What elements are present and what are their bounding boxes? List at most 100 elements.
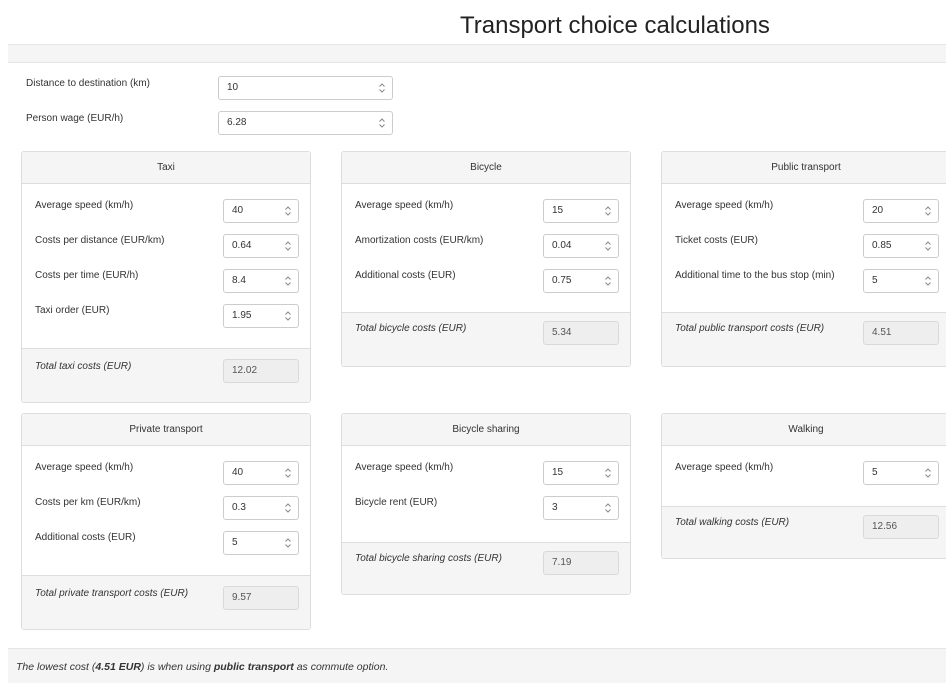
input-value: 15 [552, 467, 564, 478]
walking-total-label: Total walking costs (EUR) [675, 517, 790, 528]
spinner-icon[interactable] [924, 275, 932, 287]
distance-input[interactable]: 10 [218, 76, 393, 100]
taxi-time-cost-label: Costs per time (EUR/h) [35, 270, 139, 281]
input-value: 5 [872, 467, 878, 478]
wage-value: 6.28 [227, 117, 247, 128]
bicycle-additional-label: Additional costs (EUR) [355, 270, 456, 281]
private-additional-label: Additional costs (EUR) [35, 532, 136, 543]
taxi-total-footer: Total taxi costs (EUR) 12.02 [22, 348, 310, 402]
input-value: 0.64 [232, 240, 252, 251]
public-total-value: 4.51 [863, 321, 939, 345]
spinner-icon[interactable] [924, 467, 932, 479]
private-total-footer: Total private transport costs (EUR) 9.57 [22, 575, 310, 629]
spinner-icon[interactable] [284, 240, 292, 252]
input-value: 15 [552, 205, 564, 216]
public-ticket-label: Ticket costs (EUR) [675, 235, 758, 246]
spinner-icon[interactable] [284, 502, 292, 514]
spinner-icon[interactable] [378, 82, 386, 94]
public-total-label: Total public transport costs (EUR) [675, 323, 825, 334]
taxi-distance-cost-label: Costs per distance (EUR/km) [35, 235, 165, 246]
input-value: 0.85 [872, 240, 892, 251]
result-amount: 4.51 EUR [95, 661, 141, 673]
private-km-cost-input[interactable]: 0.3 [223, 496, 299, 520]
result-bar: The lowest cost (4.51 EUR) is when using… [8, 648, 946, 683]
spinner-icon[interactable] [924, 240, 932, 252]
bicycle-sharing-panel-title: Bicycle sharing [342, 414, 630, 446]
sharing-total-footer: Total bicycle sharing costs (EUR) 7.19 [342, 542, 630, 594]
bicycle-speed-label: Average speed (km/h) [355, 200, 454, 211]
public-ticket-input[interactable]: 0.85 [863, 234, 939, 258]
walking-speed-input[interactable]: 5 [863, 461, 939, 485]
taxi-panel-title: Taxi [22, 152, 310, 184]
public-speed-input[interactable]: 20 [863, 199, 939, 223]
walking-panel-title: Walking [662, 414, 946, 446]
private-transport-panel: Private transport Average speed (km/h) 4… [21, 413, 311, 630]
private-transport-panel-title: Private transport [22, 414, 310, 446]
bicycle-additional-input[interactable]: 0.75 [543, 269, 619, 293]
taxi-speed-label: Average speed (km/h) [35, 200, 134, 211]
spinner-icon[interactable] [284, 205, 292, 217]
input-value: 1.95 [232, 310, 252, 321]
private-additional-input[interactable]: 5 [223, 531, 299, 555]
spinner-icon[interactable] [284, 537, 292, 549]
walking-speed-label: Average speed (km/h) [675, 462, 774, 473]
private-total-label: Total private transport costs (EUR) [35, 588, 189, 599]
spinner-icon[interactable] [378, 117, 386, 129]
result-prefix: The lowest cost ( [16, 661, 96, 673]
top-bar [8, 44, 946, 63]
input-value: 40 [232, 467, 244, 478]
public-bus-stop-input[interactable]: 5 [863, 269, 939, 293]
sharing-rent-input[interactable]: 3 [543, 496, 619, 520]
spinner-icon[interactable] [284, 467, 292, 479]
taxi-time-cost-input[interactable]: 8.4 [223, 269, 299, 293]
page-title: Transport choice calculations [460, 12, 770, 39]
distance-label: Distance to destination (km) [26, 78, 150, 89]
bicycle-total-value: 5.34 [543, 321, 619, 345]
spinner-icon[interactable] [284, 310, 292, 322]
wage-label: Person wage (EUR/h) [26, 113, 124, 124]
bicycle-total-label: Total bicycle costs (EUR) [355, 323, 467, 334]
private-km-cost-label: Costs per km (EUR/km) [35, 497, 141, 508]
sharing-rent-label: Bicycle rent (EUR) [355, 497, 438, 508]
result-mode: public transport [213, 661, 294, 673]
spinner-icon[interactable] [604, 205, 612, 217]
public-total-footer: Total public transport costs (EUR) 4.51 [662, 312, 946, 366]
result-suffix: as commute option. [293, 661, 389, 673]
bicycle-panel-title: Bicycle [342, 152, 630, 184]
input-value: 0.75 [552, 275, 572, 286]
bicycle-sharing-panel: Bicycle sharing Average speed (km/h) 15 … [341, 413, 631, 595]
sharing-total-label: Total bicycle sharing costs (EUR) [355, 553, 502, 564]
public-transport-panel-title: Public transport [662, 152, 946, 184]
public-transport-panel: Public transport Average speed (km/h) 20… [661, 151, 946, 367]
taxi-distance-cost-input[interactable]: 0.64 [223, 234, 299, 258]
taxi-order-input[interactable]: 1.95 [223, 304, 299, 328]
wage-input[interactable]: 6.28 [218, 111, 393, 135]
input-value: 0.04 [552, 240, 572, 251]
sharing-speed-label: Average speed (km/h) [355, 462, 454, 473]
input-value: 3 [552, 502, 558, 513]
private-speed-input[interactable]: 40 [223, 461, 299, 485]
spinner-icon[interactable] [284, 275, 292, 287]
public-speed-label: Average speed (km/h) [675, 200, 774, 211]
spinner-icon[interactable] [604, 240, 612, 252]
input-value: 5 [872, 275, 878, 286]
walking-panel: Walking Average speed (km/h) 5 Total wal… [661, 413, 946, 559]
bicycle-amortization-label: Amortization costs (EUR/km) [355, 235, 484, 246]
walking-total-value: 12.56 [863, 515, 939, 539]
sharing-speed-input[interactable]: 15 [543, 461, 619, 485]
result-text: The lowest cost (4.51 EUR) is when using… [16, 661, 388, 673]
taxi-speed-input[interactable]: 40 [223, 199, 299, 223]
private-total-value: 9.57 [223, 586, 299, 610]
spinner-icon[interactable] [924, 205, 932, 217]
bicycle-speed-input[interactable]: 15 [543, 199, 619, 223]
taxi-total-label: Total taxi costs (EUR) [35, 361, 132, 372]
public-bus-stop-label: Additional time to the bus stop (min) [675, 270, 835, 281]
input-value: 0.3 [232, 502, 246, 513]
bicycle-amortization-input[interactable]: 0.04 [543, 234, 619, 258]
spinner-icon[interactable] [604, 467, 612, 479]
spinner-icon[interactable] [604, 275, 612, 287]
taxi-total-value: 12.02 [223, 359, 299, 383]
distance-value: 10 [227, 82, 239, 93]
spinner-icon[interactable] [604, 502, 612, 514]
taxi-panel: Taxi Average speed (km/h) 40 Costs per d… [21, 151, 311, 403]
